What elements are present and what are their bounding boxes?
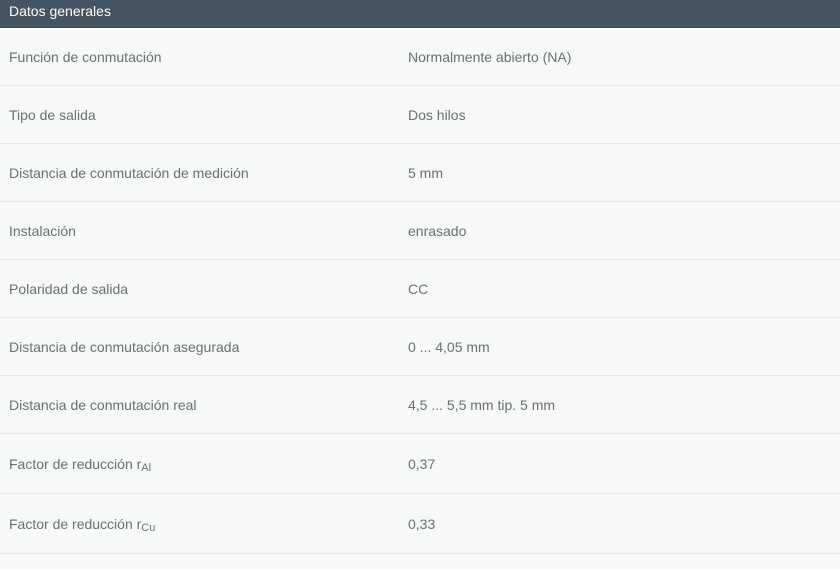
row-label: Función de conmutación (9, 48, 162, 65)
row-value: Dos hilos (408, 106, 466, 123)
row-value: 0,33 (408, 515, 436, 532)
row-value: enrasado (408, 222, 467, 239)
general-data-panel: Datos generales Función de conmutación N… (0, 0, 840, 569)
table-row: Factor de reducción r Cu 0,33 (0, 494, 840, 554)
row-label: Factor de reducción r Cu (9, 494, 155, 553)
row-label: Tipo de salida (9, 106, 96, 123)
row-value: 0,37 (408, 455, 436, 472)
section-title: Datos generales (9, 3, 111, 19)
row-value: 5 mm (408, 164, 443, 181)
row-value: 4,5 ... 5,5 mm tip. 5 mm (408, 396, 556, 413)
row-label-subscript: Cu (141, 521, 156, 534)
table-row: Distancia de conmutación de medición 5 m… (0, 144, 840, 202)
row-label: Polaridad de salida (9, 280, 129, 297)
row-label: Distancia de conmutación real (9, 396, 197, 413)
table-row: Distancia de conmutación asegurada 0 ...… (0, 318, 840, 376)
row-label-text: Factor de reducción r (9, 515, 142, 532)
row-label-subscript: Al (141, 461, 152, 474)
row-label: Factor de reducción r Al (9, 434, 151, 493)
table-row: Función de conmutación Normalmente abier… (0, 28, 840, 86)
table-row: Factor de reducción r Al 0,37 (0, 434, 840, 494)
row-value: CC (408, 280, 429, 297)
row-value: Normalmente abierto (NA) (408, 48, 572, 65)
row-label: Distancia de conmutación de medición (9, 164, 249, 181)
spec-table: Función de conmutación Normalmente abier… (0, 28, 840, 554)
table-row: Polaridad de salida CC (0, 260, 840, 318)
row-label: Instalación (9, 222, 76, 239)
row-label: Distancia de conmutación asegurada (9, 338, 240, 355)
row-value: 0 ... 4,05 mm (408, 338, 490, 355)
table-row: Instalación enrasado (0, 202, 840, 260)
table-row: Distancia de conmutación real 4,5 ... 5,… (0, 376, 840, 434)
table-row: Tipo de salida Dos hilos (0, 86, 840, 144)
row-label-text: Factor de reducción r (9, 455, 142, 472)
section-header: Datos generales (0, 0, 840, 28)
